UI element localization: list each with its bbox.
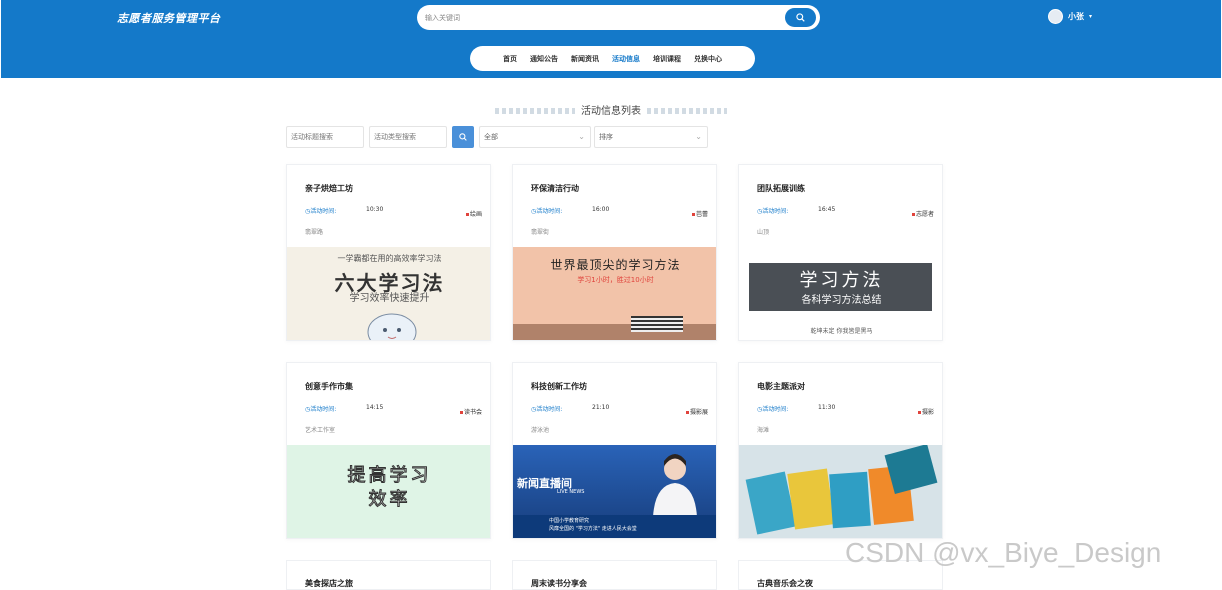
card-tag: 绘画: [466, 209, 482, 218]
book-cover: [829, 471, 871, 529]
card-time: 10:30: [366, 206, 384, 213]
card-title[interactable]: 创意手作市集: [305, 381, 353, 392]
nav-item-news[interactable]: 新闻资讯: [571, 54, 599, 64]
card-time-label: ◷活动时间:: [757, 208, 789, 215]
activity-card[interactable]: 美食探店之旅: [286, 560, 491, 590]
activity-card[interactable]: 亲子烘焙工坊 ◷活动时间: 10:30 绘画 翡翠路 一学霸都在用的高效率学习法…: [286, 164, 491, 341]
image-text: 各科学习方法总结: [801, 295, 882, 306]
cartoon-girl-illustration: [367, 313, 417, 340]
image-text: 中国小学教育研究: [549, 518, 590, 524]
title-decoration-left: [494, 108, 575, 114]
card-image[interactable]: 一学霸都在用的高效率学习法 六大学习法 学习效率快速提升: [287, 247, 490, 340]
card-image[interactable]: 学习方法 各科学习方法总结 乾坤未定 你我皆是黑马: [739, 247, 942, 340]
card-title[interactable]: 科技创新工作坊: [531, 381, 587, 392]
category-select[interactable]: 全部 ⌄: [479, 126, 591, 148]
card-tag: 摄影展: [686, 407, 708, 416]
global-search: [417, 5, 820, 30]
card-title[interactable]: 团队拓展训练: [757, 183, 805, 194]
card-time-label: ◷活动时间:: [305, 406, 337, 413]
news-anchor-figure: [653, 454, 697, 517]
card-location: 海滩: [757, 427, 770, 434]
card-time-label: ◷活动时间:: [531, 406, 563, 413]
category-select-value: 全部: [484, 133, 498, 141]
activity-card[interactable]: 周末读书分享会: [512, 560, 717, 590]
chevron-down-icon: ⌄: [578, 132, 585, 141]
card-title[interactable]: 古典音乐会之夜: [757, 578, 813, 589]
nav-item-exchange[interactable]: 兑换中心: [694, 54, 722, 64]
title-search-input[interactable]: [286, 126, 364, 148]
nav-item-activities[interactable]: 活动信息: [612, 54, 640, 64]
section-title-text: 活动信息列表: [581, 106, 641, 117]
sort-select[interactable]: 排序 ⌄: [594, 126, 708, 148]
avatar[interactable]: [1048, 9, 1063, 24]
image-text: 效率: [368, 489, 411, 511]
card-location: 艺术工作室: [305, 427, 336, 434]
book-cover: [787, 468, 835, 530]
activity-card[interactable]: 团队拓展训练 ◷活动时间: 16:45 志愿者 山顶 学习方法 各科学习方法总结…: [738, 164, 943, 341]
title-decoration-right: [647, 108, 728, 114]
image-text: 学习方法: [799, 270, 884, 291]
card-title[interactable]: 美食探店之旅: [305, 578, 353, 589]
nav-item-home[interactable]: 首页: [503, 54, 517, 64]
card-time-label: ◷活动时间:: [531, 208, 563, 215]
card-time: 14:15: [366, 404, 384, 411]
card-image[interactable]: [739, 445, 942, 538]
main-nav: 首页 通知公告 新闻资讯 活动信息 培训课程 兑换中心: [470, 46, 755, 71]
card-tag: 读书会: [460, 407, 482, 416]
image-text: LIVE NEWS: [557, 489, 585, 495]
image-text: 一学霸都在用的高效率学习法: [337, 254, 442, 263]
site-title[interactable]: 志愿者服务管理平台: [117, 10, 221, 26]
card-title[interactable]: 电影主题派对: [757, 381, 805, 392]
chevron-down-icon: ⌄: [695, 132, 702, 141]
card-title[interactable]: 亲子烘焙工坊: [305, 183, 353, 194]
card-title[interactable]: 周末读书分享会: [531, 578, 587, 589]
card-time: 16:00: [592, 206, 610, 213]
type-search-input[interactable]: [369, 126, 447, 148]
image-text: 学习1小时，胜过10小时: [577, 276, 654, 284]
card-tag: 芭蕾: [692, 209, 708, 218]
card-location: 翡翠街: [531, 229, 550, 236]
book-cover: [884, 445, 938, 495]
image-text: 提高学习: [347, 465, 432, 487]
card-image[interactable]: 提高学习 效率: [287, 445, 490, 538]
filter-search-button[interactable]: [452, 126, 474, 148]
card-time: 16:45: [818, 206, 836, 213]
activity-card[interactable]: 电影主题派对 ◷活动时间: 11:30 摄影 海滩: [738, 362, 943, 539]
nav-item-notices[interactable]: 通知公告: [530, 54, 558, 64]
image-text: 乾坤未定 你我皆是黑马: [810, 328, 873, 335]
search-icon: [796, 13, 805, 22]
activity-card[interactable]: 创意手作市集 ◷活动时间: 14:15 读书会 艺术工作室 提高学习 效率: [286, 362, 491, 539]
sort-select-value: 排序: [599, 133, 613, 141]
card-location: 游泳池: [531, 427, 550, 434]
card-tag: 摄影: [918, 407, 934, 416]
watermark: CSDN @vx_Biye_Design: [845, 537, 1162, 568]
book-stack: [631, 316, 683, 332]
card-tag: 志愿者: [912, 209, 934, 218]
user-menu[interactable]: 小张 ▾: [1048, 9, 1092, 24]
image-text: 风靡全国的 "学习方法" 走进人民大会堂: [549, 526, 637, 532]
card-time: 21:10: [592, 404, 610, 411]
activity-card[interactable]: 科技创新工作坊 ◷活动时间: 21:10 摄影展 游泳池 新闻直播间 LIVE …: [512, 362, 717, 539]
card-location: 山顶: [757, 229, 770, 236]
card-title[interactable]: 环保清洁行动: [531, 183, 579, 194]
card-image[interactable]: 世界最顶尖的学习方法 学习1小时，胜过10小时: [513, 247, 716, 340]
global-search-button[interactable]: [785, 8, 816, 27]
card-image[interactable]: 新闻直播间 LIVE NEWS 中国小学教育研究 风靡全国的 "学习方法" 走进…: [513, 445, 716, 538]
global-search-input[interactable]: [425, 9, 775, 26]
section-title: 活动信息列表: [0, 102, 1222, 117]
nav-item-courses[interactable]: 培训课程: [653, 54, 681, 64]
image-text: 世界最顶尖的学习方法: [550, 258, 681, 272]
card-time-label: ◷活动时间:: [305, 208, 337, 215]
card-time-label: ◷活动时间:: [757, 406, 789, 413]
search-icon: [459, 133, 467, 141]
user-name[interactable]: 小张: [1068, 11, 1084, 22]
chevron-down-icon[interactable]: ▾: [1089, 13, 1092, 20]
table-surface: [513, 324, 716, 340]
top-header: 志愿者服务管理平台 小张 ▾ 首页 通知公告 新闻资讯 活动信息 培训课程 兑换…: [1, 0, 1221, 78]
card-time: 11:30: [818, 404, 836, 411]
activity-card[interactable]: 环保清洁行动 ◷活动时间: 16:00 芭蕾 翡翠街 世界最顶尖的学习方法 学习…: [512, 164, 717, 341]
card-location: 翡翠路: [305, 229, 324, 236]
